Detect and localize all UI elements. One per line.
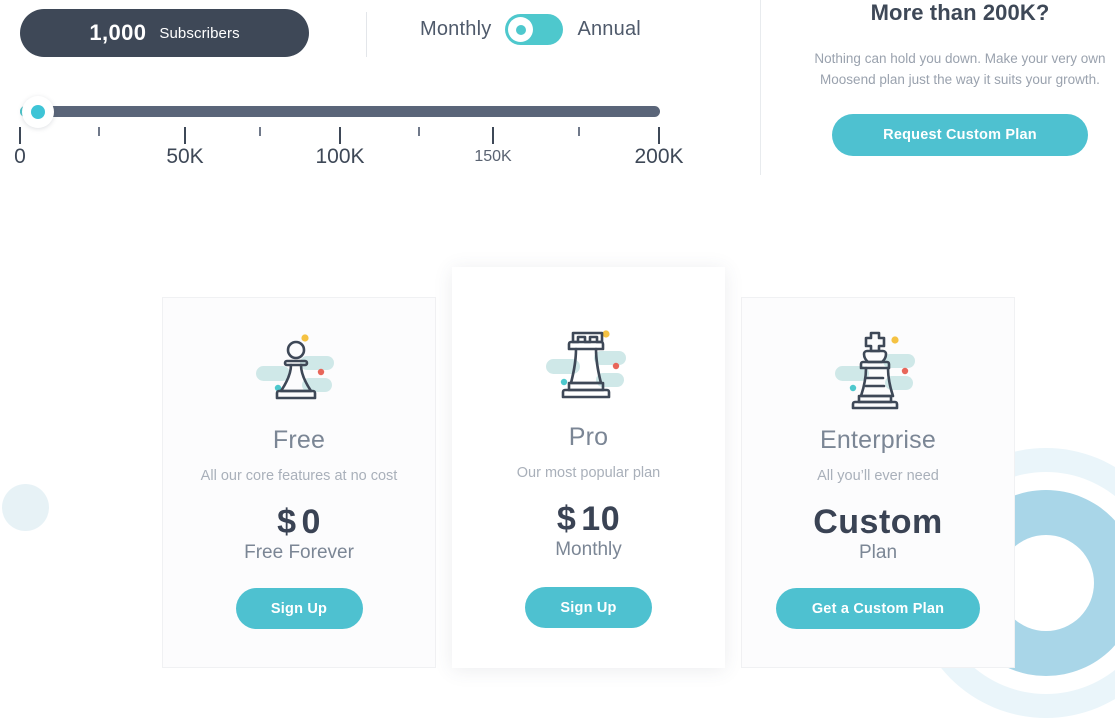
plan-card-pro[interactable]: Pro Our most popular plan $10 Monthly Si… — [452, 267, 725, 668]
plan-price-amount: 0 — [301, 503, 321, 541]
plan-description: All our core features at no cost — [200, 468, 398, 484]
plan-name: Free — [272, 426, 326, 454]
plan-signup-button-free[interactable]: Sign Up — [235, 588, 363, 629]
chess-rook-icon — [545, 330, 626, 399]
plan-description: All you’ll ever need — [817, 468, 939, 484]
plan-signup-button-enterprise[interactable]: Get a Custom Plan — [776, 588, 980, 629]
plan-card-free[interactable]: Free All our core features at no cost $0… — [162, 297, 436, 668]
plan-price-currency: $ — [277, 503, 297, 541]
plan-signup-button-pro[interactable]: Sign Up — [525, 587, 652, 628]
plan-price: $10 — [452, 500, 725, 539]
chess-pawn-icon — [256, 334, 334, 400]
plan-name: Pro — [568, 423, 609, 451]
plan-card-enterprise[interactable]: Enterprise All you’ll ever need Custom P… — [741, 297, 1015, 668]
plan-price-currency: $ — [556, 500, 577, 538]
plan-price-period: Monthly — [555, 539, 622, 560]
plan-price-amount: 10 — [581, 500, 621, 538]
plan-description: Our most popular plan — [516, 465, 661, 481]
plan-price: $0 — [163, 503, 435, 542]
plan-price-period: Free Forever — [244, 542, 354, 563]
plan-price: Custom — [742, 503, 1014, 542]
plan-price-amount: Custom — [813, 503, 943, 541]
pricing-plan-cards: Free All our core features at no cost $0… — [0, 0, 1115, 668]
plan-price-period: Plan — [858, 542, 898, 563]
plan-name: Enterprise — [820, 426, 936, 454]
chess-king-icon — [835, 331, 915, 410]
